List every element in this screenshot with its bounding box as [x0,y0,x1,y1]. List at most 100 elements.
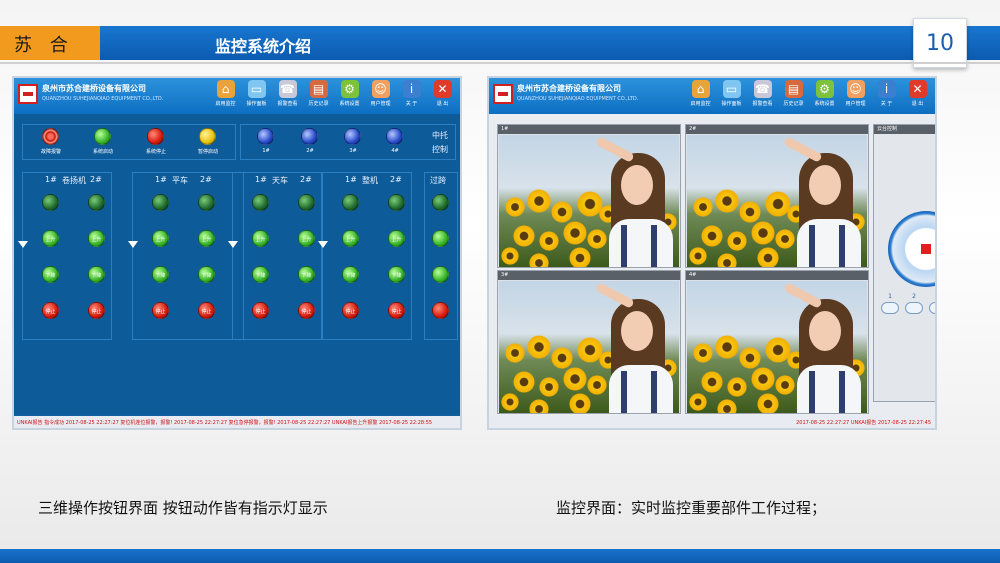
toolbar-button-label: 报警查看 [752,101,773,107]
status-lamp[interactable] [88,194,105,211]
sunflower [701,225,723,247]
sunflower [505,197,525,217]
toolbar-button-2[interactable]: ☎ 报警查看 [274,80,301,114]
control-button-label: 停止 [91,309,102,315]
status-lamp[interactable] [198,194,215,211]
control-button-label: 停止 [155,309,166,315]
home-icon: ⌂ [691,80,710,98]
company-logo-icon [493,84,513,104]
ptz-preset-button[interactable] [929,302,935,314]
toolbar-button-label: 关 于 [405,101,418,107]
toolbar-button-7[interactable]: ✕ 退 出 [429,80,456,114]
tail-label: 过跨 [430,176,446,185]
toolbar-button-label: 启用监控 [690,101,711,107]
numbered-lamp-2[interactable] [344,128,361,145]
close-icon: ✕ [433,80,452,98]
history-icon: ▤ [309,80,328,98]
monitor-screenshot: 泉州市苏合建桥设备有限公司 QUANZHOU SUHEJIANQIAO EQUI… [487,76,937,430]
toolbar-button-label: 用户管理 [845,101,866,107]
control-button-label: 下降 [91,273,102,279]
top-lamp-3[interactable] [199,128,216,145]
toolbar-button-0[interactable]: ⌂ 启用监控 [687,80,714,114]
top-lamp-0[interactable] [42,128,59,145]
camera-view-2[interactable]: 3# [497,270,681,414]
ptz-preset-button[interactable] [905,302,923,314]
camera-feed-image [687,281,867,413]
control-button-label: 停止 [255,309,266,315]
section-marker-icon [228,241,238,248]
camera-label: 2# [686,125,868,134]
toolbar-button-4[interactable]: ⚙ 系统设置 [811,80,838,114]
status-lamp[interactable] [342,194,359,211]
control-button-label: 下降 [201,273,212,279]
sunflower [551,347,573,369]
toolbar-button-5[interactable]: ☺ 用户管理 [367,80,394,114]
tail-status-lamp[interactable] [432,194,449,211]
camera-view-1[interactable]: 2# [685,124,869,268]
footer-bar [0,549,1000,563]
ptz-preset-2[interactable]: 3 [928,293,937,314]
sunflower [539,231,559,251]
sunflower [693,197,713,217]
side-label: 控制 [432,145,448,154]
toolbar-button-label: 历史记录 [308,101,329,107]
ptz-preset-button[interactable] [881,302,899,314]
title-bar: 监控系统介绍 [100,26,1000,60]
sunflower [751,367,775,391]
ptz-presets: 1234 [880,293,937,314]
toolbar-button-label: 退 出 [911,101,924,107]
status-lamp[interactable] [252,194,269,211]
toolbar-button-label: 历史记录 [783,101,804,107]
toolbar-button-6[interactable]: i 关 于 [873,80,900,114]
camera-feed-image [499,281,679,413]
toolbar-button-6[interactable]: i 关 于 [398,80,425,114]
camera-view-0[interactable]: 1# [497,124,681,268]
top-lamp-2[interactable] [147,128,164,145]
camera-view-3[interactable]: 4# [685,270,869,414]
ptz-preset-1[interactable]: 2 [904,293,924,314]
status-lamp[interactable] [298,194,315,211]
numbered-lamp-1[interactable] [301,128,318,145]
toolbar-button-3[interactable]: ▤ 历史记录 [780,80,807,114]
toolbar-button-3[interactable]: ▤ 历史记录 [305,80,332,114]
status-lamp[interactable] [152,194,169,211]
tail-control-button[interactable] [432,302,449,319]
toolbar-button-4[interactable]: ⚙ 系统设置 [336,80,363,114]
numbered-lamp-3[interactable] [386,128,403,145]
numbered-lamp-label: 4# [391,148,399,154]
ptz-preset-label: 1 [888,293,892,300]
numbered-lamp-0[interactable] [257,128,274,145]
toolbar-button-5[interactable]: ☺ 用户管理 [842,80,869,114]
company-name-en: QUANZHOU SUHEJIANQIAO EQUIPMENT CO.,LTD. [517,96,639,102]
caption-right: 监控界面：实时监控重要部件工作过程； [556,499,827,517]
toolbar-button-1[interactable]: ▭ 操作面板 [243,80,270,114]
control-button-label: 上升 [345,237,356,243]
ptz-stop-button[interactable] [921,244,931,254]
toolbar-button-1[interactable]: ▭ 操作面板 [718,80,745,114]
sunflower [717,253,737,267]
toolbar-button-0[interactable]: ⌂ 启用监控 [212,80,239,114]
toolbar-button-7[interactable]: ✕ 退 出 [904,80,931,114]
caption-left: 三维操作按钮界面 按钮动作皆有指示灯显示 [38,499,328,517]
toolbar-button-label: 操作面板 [721,101,742,107]
camera-label: 3# [498,271,680,280]
app-toolbar: 泉州市苏合建桥设备有限公司 QUANZHOU SUHEJIANQIAO EQUI… [489,78,935,114]
status-lamp[interactable] [42,194,59,211]
top-lamp-label: 暂停启动 [197,149,218,155]
ptz-preset-0[interactable]: 1 [880,293,900,314]
tail-control-button[interactable] [432,230,449,247]
history-icon: ▤ [784,80,803,98]
top-lamp-label: 故障报警 [40,149,61,155]
control-button-label: 上升 [201,237,212,243]
ptz-preset-label: 3 [936,293,937,300]
top-lamp-1[interactable] [94,128,111,145]
control-button-label: 上升 [45,237,56,243]
tail-control-button[interactable] [432,266,449,283]
panel-body: 故障报警 系统启动 系统停止 暂停启动 1# 2# 3# 4# 中托 控制 1# 卷扬机 2# 上升 下降停… [14,114,460,414]
camera-feed-image [499,135,679,267]
section-left-label: 1# [255,175,267,184]
control-button-label: 停止 [301,309,312,315]
sunflower [739,347,761,369]
toolbar-button-2[interactable]: ☎ 报警查看 [749,80,776,114]
status-lamp[interactable] [388,194,405,211]
